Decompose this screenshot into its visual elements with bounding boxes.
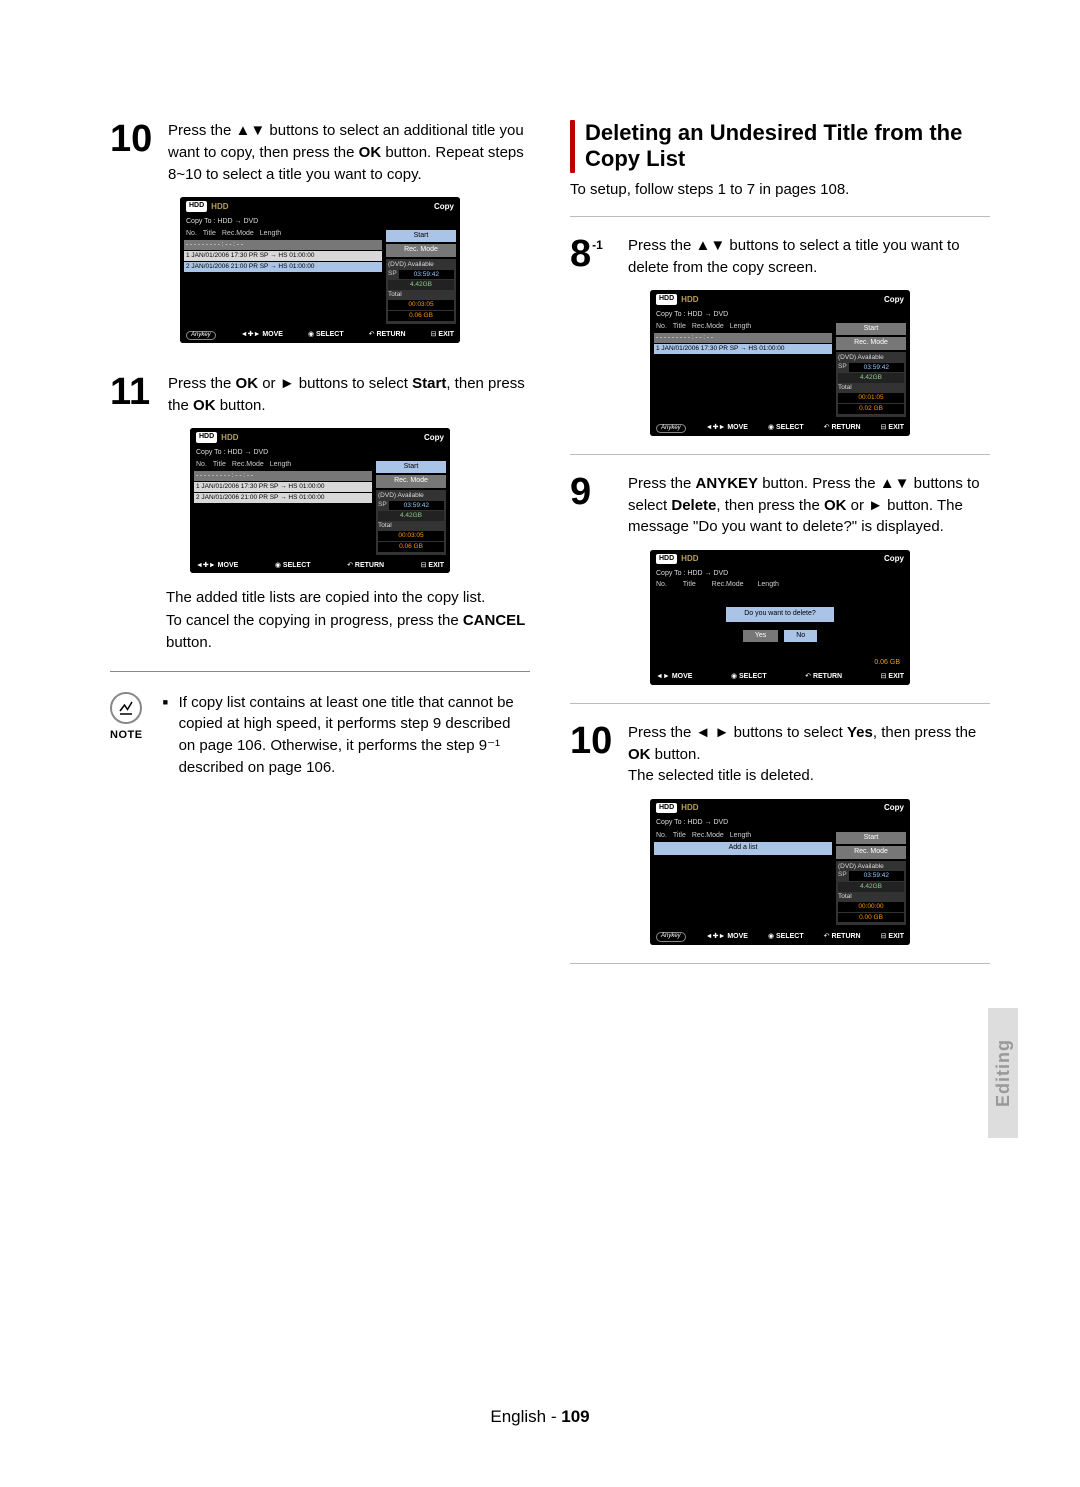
no-button[interactable]: No — [784, 630, 817, 642]
step-number: 10 — [570, 722, 620, 787]
step-text: Press the OK or ► buttons to select Star… — [168, 373, 530, 417]
note-icon: NOTE — [110, 692, 143, 779]
yes-button[interactable]: Yes — [743, 630, 778, 642]
setup-note: To setup, follow steps 1 to 7 in pages 1… — [570, 181, 990, 198]
divider — [110, 671, 530, 672]
delete-dialog: Do you want to delete? — [726, 607, 834, 621]
osd-step10-right: HDDHDDCopy Copy To : HDD → DVD No.TitleR… — [650, 799, 910, 945]
step-8-right: 8-1 Press the ▲▼ buttons to select a tit… — [570, 235, 990, 279]
step-text: Press the ANYKEY button. Press the ▲▼ bu… — [628, 473, 990, 538]
step-number: 9 — [570, 473, 620, 538]
red-bar-icon — [570, 120, 575, 173]
step-10-right: 10 Press the ◄ ► buttons to select Yes, … — [570, 722, 990, 787]
left-column: 10 Press the ▲▼ buttons to select an add… — [110, 120, 530, 982]
step-number: 8-1 — [570, 235, 620, 279]
osd-step9-right: HDDHDDCopy Copy To : HDD → DVD No. Title… — [650, 550, 910, 685]
right-column: Deleting an Undesired Title from the Cop… — [570, 120, 990, 982]
step-9-right: 9 Press the ANYKEY button. Press the ▲▼ … — [570, 473, 990, 538]
section-tab-text: Editing — [993, 1039, 1014, 1107]
osd-step10-left: HDDHDDCopy Copy To : HDD → DVD No.TitleR… — [180, 197, 460, 343]
note-text: If copy list contains at least one title… — [163, 692, 530, 779]
after-step11: The added title lists are copied into th… — [110, 587, 530, 655]
section-heading: Deleting an Undesired Title from the Cop… — [570, 120, 990, 173]
section-tab: Editing — [988, 1008, 1018, 1138]
step-text: Press the ▲▼ buttons to select an additi… — [168, 120, 530, 185]
step-number: 10 — [110, 120, 160, 185]
osd-step11-left: HDDHDDCopy Copy To : HDD → DVD No.TitleR… — [190, 428, 450, 573]
note-block: NOTE If copy list contains at least one … — [110, 692, 530, 779]
step-text: Press the ▲▼ buttons to select a title y… — [628, 235, 990, 279]
step-10-left: 10 Press the ▲▼ buttons to select an add… — [110, 120, 530, 185]
osd-step8-right: HDDHDDCopy Copy To : HDD → DVD No.TitleR… — [650, 290, 910, 436]
step-number: 11 — [110, 373, 160, 417]
page-footer: English - 109 — [0, 1407, 1080, 1427]
step-11-left: 11 Press the OK or ► buttons to select S… — [110, 373, 530, 417]
step-text: Press the ◄ ► buttons to select Yes, the… — [628, 722, 990, 787]
